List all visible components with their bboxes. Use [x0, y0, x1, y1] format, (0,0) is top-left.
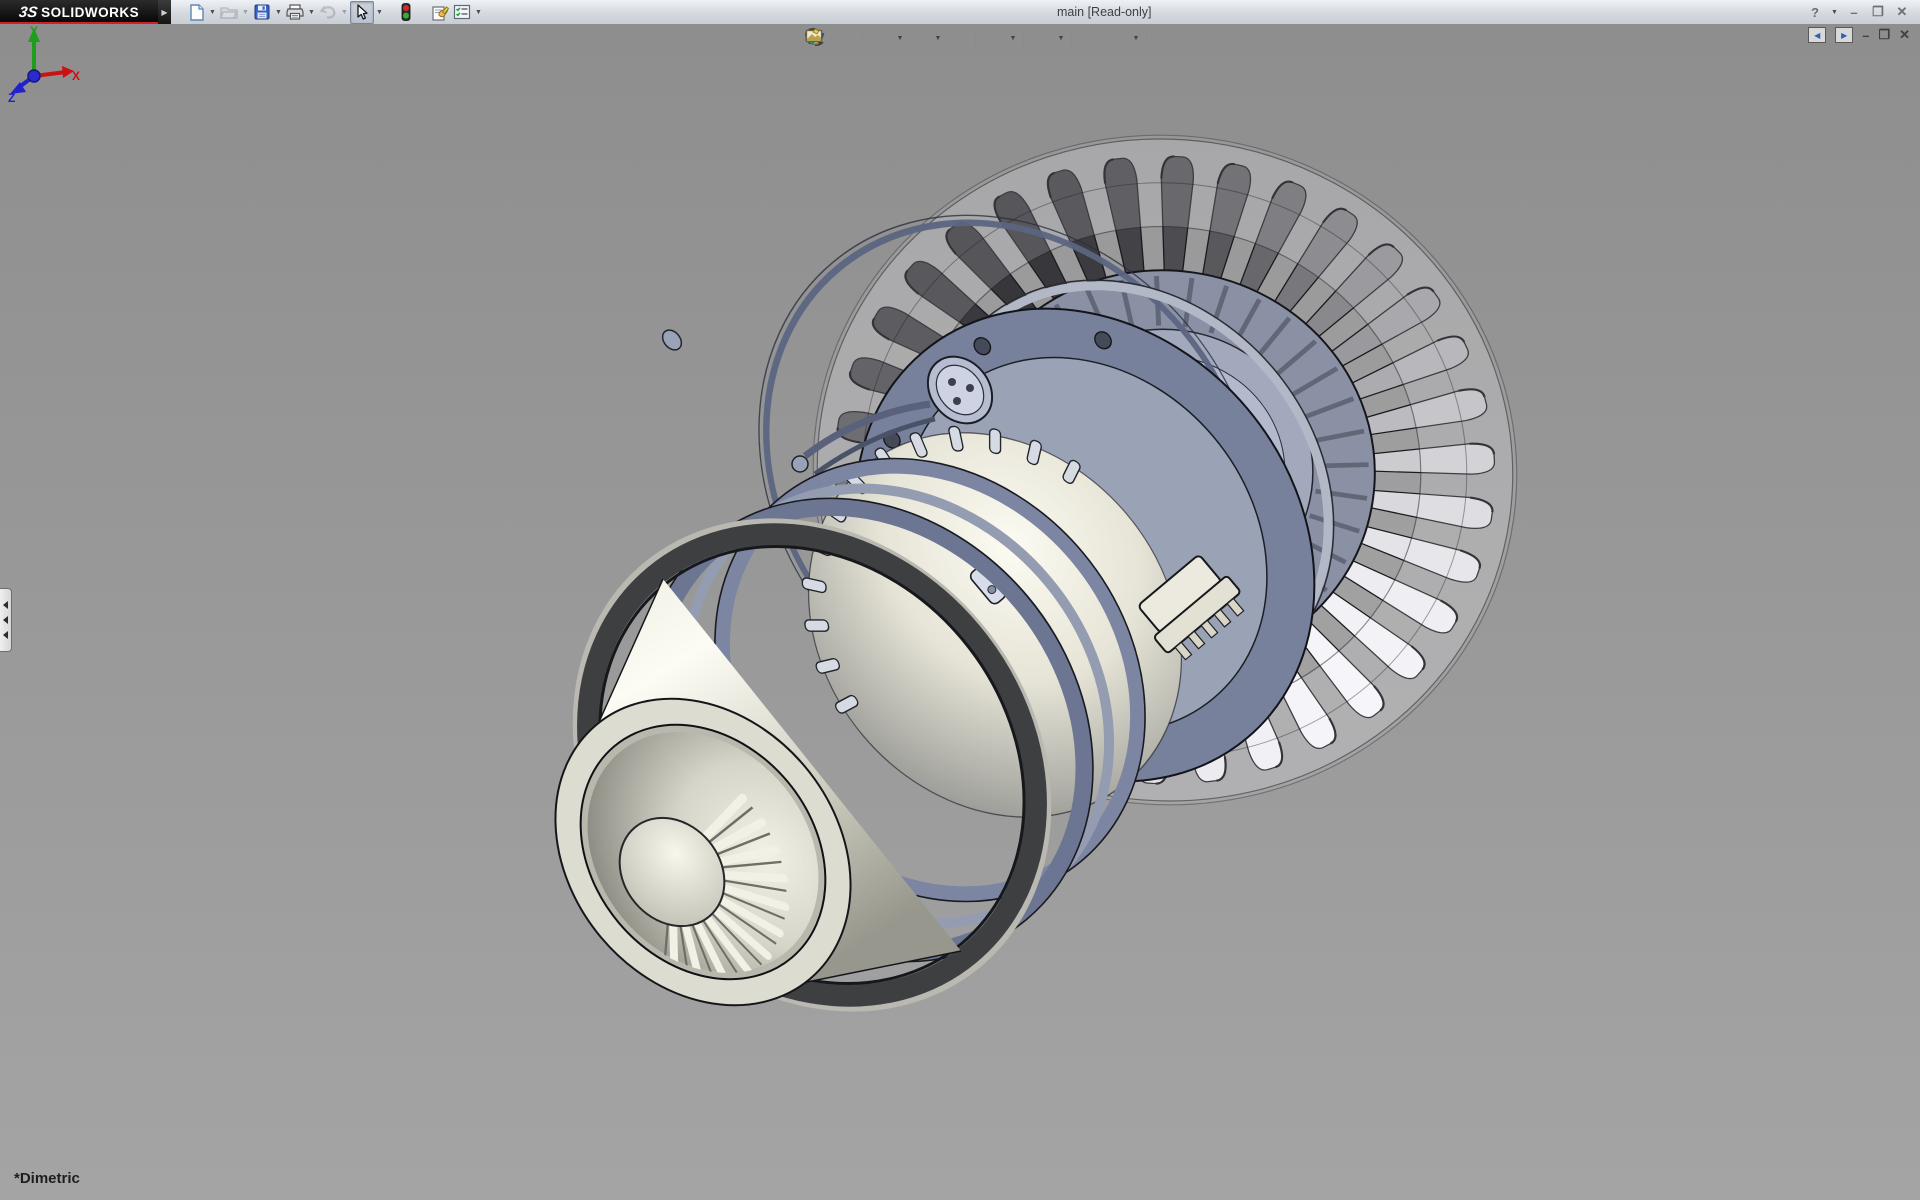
print-dropdown[interactable]: ▼: [306, 2, 317, 23]
checklist-dropdown[interactable]: ▼: [473, 2, 484, 23]
view-orientation-dropdown[interactable]: ▼: [934, 35, 942, 42]
previous-window-button[interactable]: ◀: [1808, 27, 1826, 43]
triad-z-label: Z: [8, 91, 15, 102]
traffic-light-button[interactable]: [395, 2, 417, 23]
apply-scene-dropdown[interactable]: ▼: [1132, 35, 1140, 42]
solidworks-logo: 3S SOLIDWORKS: [0, 0, 158, 24]
open-button[interactable]: [218, 2, 240, 23]
new-document-dropdown[interactable]: ▼: [207, 2, 218, 23]
undo-dropdown[interactable]: ▼: [339, 2, 350, 23]
collapse-arrow-icon: [3, 616, 8, 624]
view-orientation-button[interactable]: [907, 28, 931, 48]
save-dropdown[interactable]: ▼: [273, 2, 284, 23]
save-button[interactable]: [251, 2, 273, 23]
headsup-view-toolbar: ▼ ▼: [805, 28, 1177, 48]
brand-name: SOLIDWORKS: [41, 5, 139, 20]
toolbar-separator: [1071, 30, 1072, 46]
toolbar-separator: [862, 30, 863, 46]
doc-minimize-button[interactable]: –: [1862, 28, 1869, 43]
hand-on-page-icon: [431, 4, 449, 21]
view-orientation-label: *Dimetric: [14, 1170, 80, 1187]
properties-button[interactable]: [429, 2, 451, 23]
document-title: main [Read-only]: [1057, 0, 1152, 24]
minimize-button[interactable]: –: [1844, 5, 1864, 20]
traffic-light-icon: [401, 3, 411, 21]
display-style-button[interactable]: [982, 28, 1006, 48]
toolbar-separator: [1146, 30, 1147, 46]
toolbar-separator: [975, 30, 976, 46]
zoom-to-area-button[interactable]: [832, 28, 856, 48]
new-document-icon: [188, 4, 205, 21]
select-dropdown[interactable]: ▼: [374, 2, 385, 23]
print-button[interactable]: [284, 2, 306, 23]
next-window-button[interactable]: ▶: [1835, 27, 1853, 43]
menu-expand-arrow[interactable]: ▶: [158, 0, 171, 24]
hide-show-items-button[interactable]: [1030, 28, 1054, 48]
title-bar: 3S SOLIDWORKS ▶ ▼ ▼: [0, 0, 1920, 25]
doc-close-button[interactable]: ✕: [1899, 27, 1910, 43]
close-button[interactable]: ✕: [1892, 4, 1912, 20]
restore-button[interactable]: ❐: [1868, 4, 1888, 20]
view-settings-icon: [805, 28, 823, 44]
toolbar-separator: [1023, 30, 1024, 46]
display-style-dropdown[interactable]: ▼: [1009, 35, 1017, 42]
help-dropdown[interactable]: ▼: [1829, 2, 1840, 23]
new-document-button[interactable]: [185, 2, 207, 23]
help-button[interactable]: ?: [1805, 5, 1825, 20]
save-floppy-icon: [254, 4, 270, 20]
apply-scene-button[interactable]: [1105, 28, 1129, 48]
orientation-triad: Y X Z: [0, 24, 80, 102]
3d-model-jet-engine[interactable]: [0, 24, 1920, 1200]
document-window-controls: ◀ ▶ – ❐ ✕: [1808, 27, 1910, 43]
checklist-icon: [453, 4, 471, 20]
triad-y-label: Y: [30, 24, 38, 38]
open-folder-icon: [220, 4, 238, 20]
doc-restore-button[interactable]: ❐: [1878, 27, 1890, 43]
design-checklist-button[interactable]: [451, 2, 473, 23]
collapse-arrow-icon: [3, 601, 8, 609]
feature-manager-splitter[interactable]: [0, 588, 12, 652]
open-dropdown[interactable]: ▼: [240, 2, 251, 23]
dassault-3ds-logo-icon: 3S: [18, 4, 39, 21]
solidworks-window: 3S SOLIDWORKS ▶ ▼ ▼: [0, 0, 1920, 1200]
section-view-button[interactable]: [869, 28, 893, 48]
section-view-dropdown[interactable]: ▼: [896, 35, 904, 42]
triad-x-label: X: [72, 69, 80, 83]
hide-show-dropdown[interactable]: ▼: [1057, 35, 1065, 42]
undo-button[interactable]: [317, 2, 339, 23]
edit-appearance-button[interactable]: [1078, 28, 1102, 48]
standard-views-button[interactable]: [945, 28, 969, 48]
printer-icon: [286, 4, 304, 20]
cursor-arrow-icon: [355, 4, 369, 20]
graphics-viewport[interactable]: ▼ ▼: [0, 24, 1920, 1200]
select-tool-button[interactable]: [350, 1, 374, 24]
collapse-arrow-icon: [3, 631, 8, 639]
undo-arrow-icon: [319, 4, 337, 20]
view-settings-button[interactable]: [1153, 28, 1177, 48]
